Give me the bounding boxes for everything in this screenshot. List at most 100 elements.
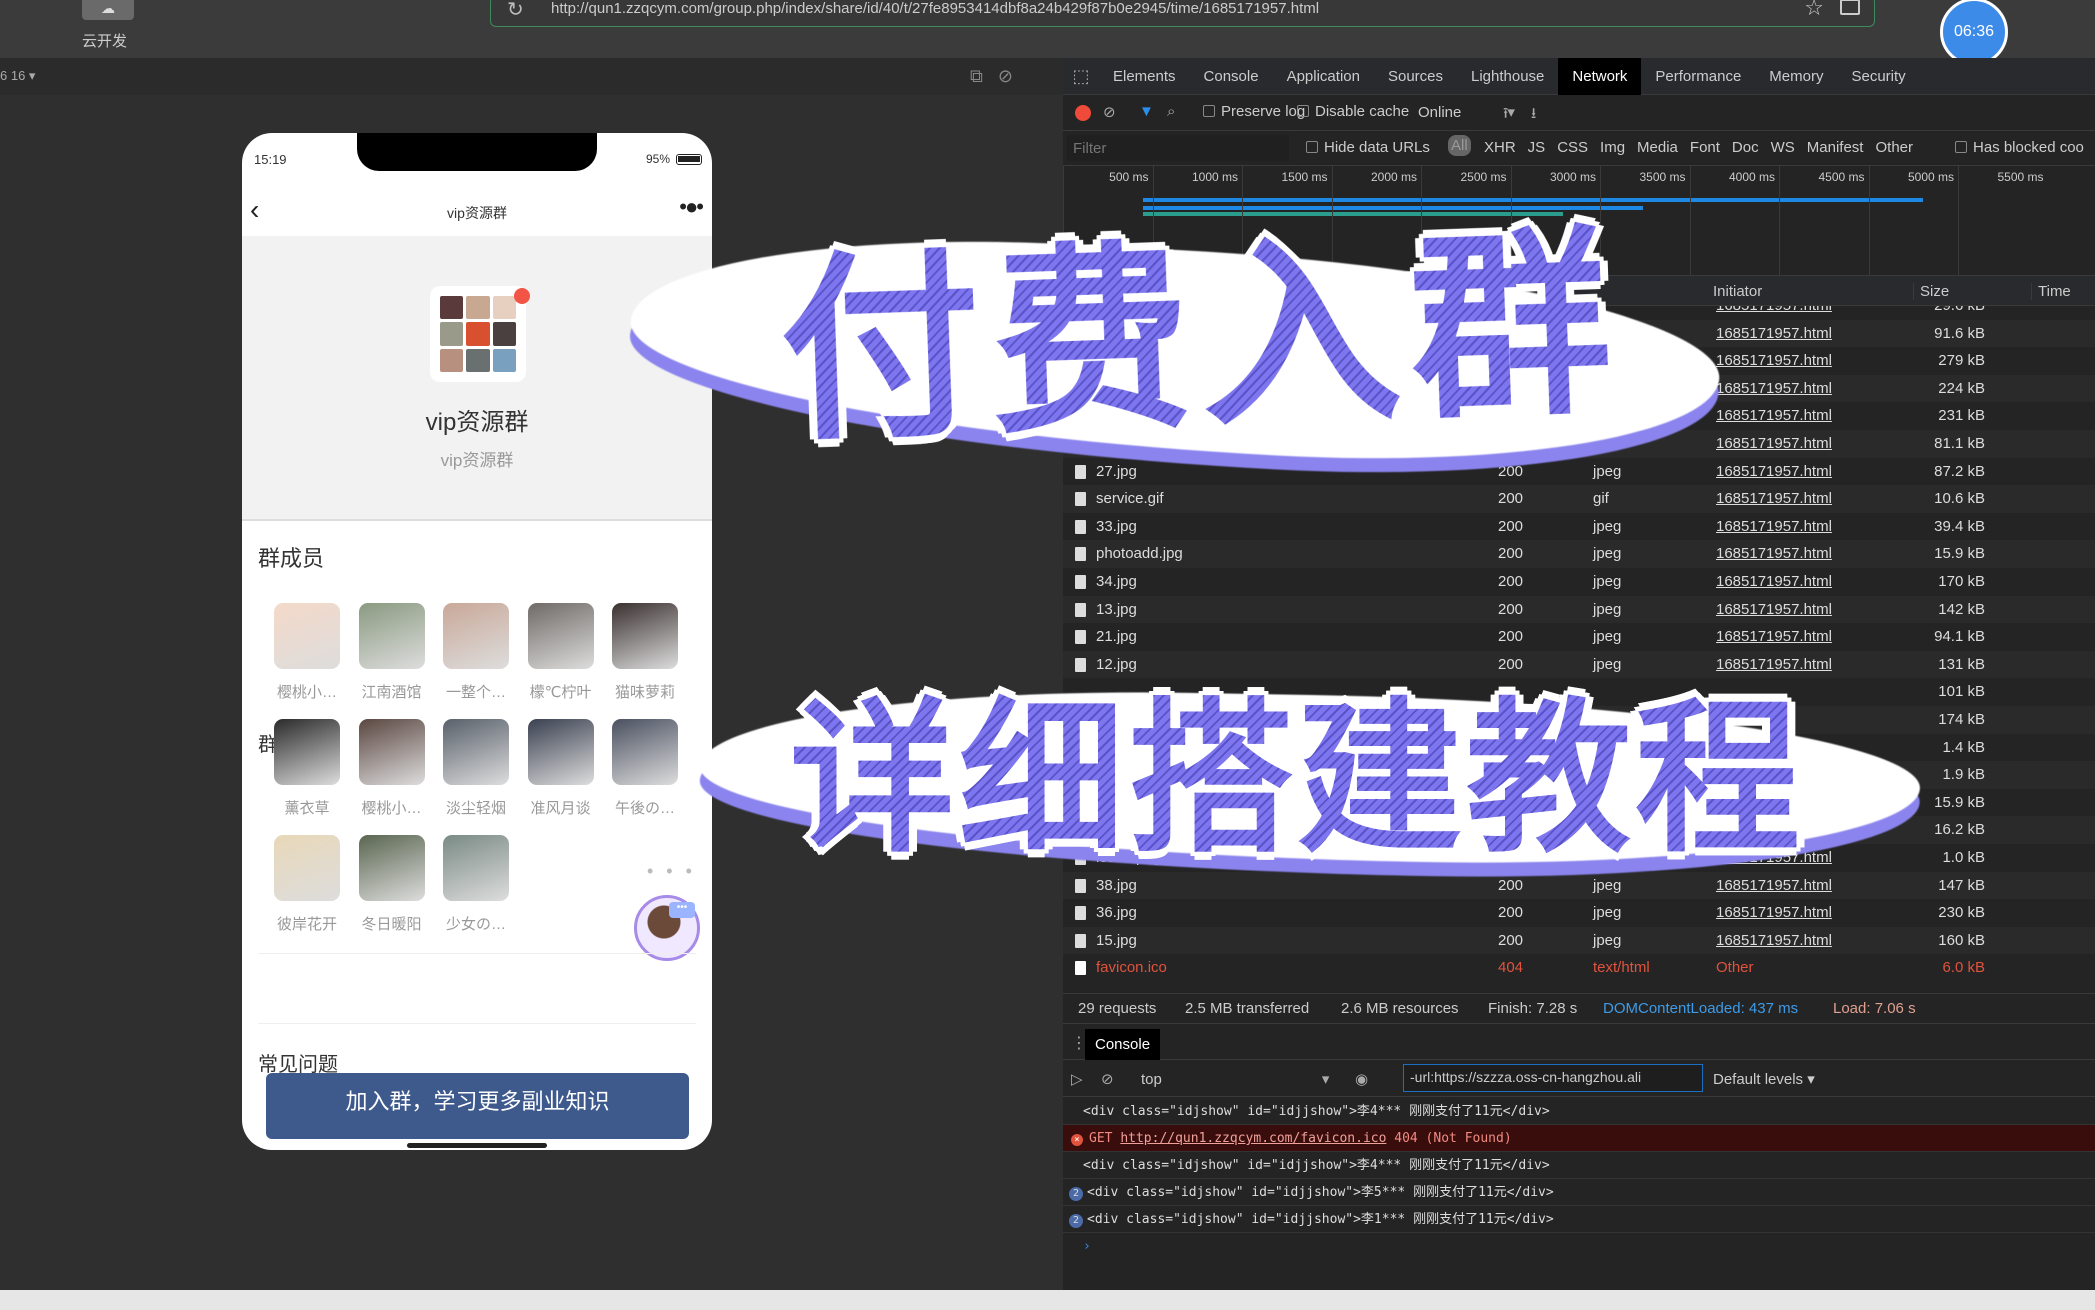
file-icon [1075, 602, 1086, 617]
tab-performance[interactable]: Performance [1641, 58, 1755, 95]
request-initiator[interactable]: 1685171957.html [1716, 573, 1832, 590]
member-item[interactable]: 江南酒馆 [352, 603, 432, 702]
request-initiator[interactable]: Other [1716, 959, 1754, 976]
has-blocked-cookies-checkbox[interactable]: Has blocked coo [1955, 139, 2084, 156]
preserve-log-checkbox[interactable]: Preserve log [1203, 103, 1305, 120]
table-row[interactable]: favicon.ico 404 text/html Other 6.0 kB [1063, 954, 2095, 982]
tab-memory[interactable]: Memory [1755, 58, 1837, 95]
rotate-icon[interactable]: ⧉ ⊘ [970, 66, 1013, 87]
member-item[interactable]: 准风月谈 [521, 719, 601, 818]
join-group-button[interactable]: 加入群，学习更多副业知识 [266, 1073, 689, 1139]
member-item[interactable]: 薰衣草 [267, 719, 347, 818]
table-row[interactable]: 36.jpg 200 jpeg 1685171957.html 230 kB [1063, 899, 2095, 927]
request-initiator[interactable]: 1685171957.html [1716, 306, 1832, 314]
tab-elements[interactable]: Elements [1099, 58, 1190, 95]
reload-icon[interactable]: ↻ [507, 0, 524, 22]
request-initiator[interactable]: 1685171957.html [1716, 380, 1832, 397]
tab-application[interactable]: Application [1273, 58, 1374, 95]
request-initiator[interactable]: 1685171957.html [1716, 435, 1832, 452]
tab-network[interactable]: Network [1558, 57, 1642, 95]
bookmark-star-icon[interactable]: ☆ [1804, 0, 1824, 21]
table-row[interactable]: 15.jpg 200 jpeg 1685171957.html 160 kB [1063, 926, 2095, 955]
col-size[interactable]: Size [1913, 283, 1949, 300]
request-initiator[interactable]: 1685171957.html [1716, 545, 1832, 562]
request-initiator[interactable]: 1685171957.html [1716, 463, 1832, 480]
filter-type-xhr[interactable]: XHR [1484, 139, 1516, 156]
filter-input[interactable] [1067, 135, 1289, 161]
tab-security[interactable]: Security [1837, 58, 1919, 95]
member-item[interactable]: 檬℃柠叶 [521, 603, 601, 702]
request-initiator[interactable]: 1685171957.html [1716, 352, 1832, 369]
filter-all[interactable]: All [1448, 135, 1471, 156]
member-item[interactable]: 少女の… [436, 835, 516, 934]
filter-type-img[interactable]: Img [1600, 139, 1625, 156]
member-avatar [358, 603, 425, 669]
table-row[interactable]: photoadd.jpg 200 jpeg 1685171957.html 15.9 k… [1063, 540, 2095, 568]
request-initiator[interactable]: 1685171957.html [1716, 490, 1832, 507]
request-initiator[interactable]: 1685171957.html [1716, 932, 1832, 949]
tab-lighthouse[interactable]: Lighthouse [1457, 58, 1558, 95]
error-url-link[interactable]: http://qun1.zzqcym.com/favicon.ico [1120, 1131, 1386, 1146]
member-item[interactable]: 淡尘轻烟 [436, 719, 516, 818]
throttle-select[interactable]: Online ▾ [1418, 103, 1515, 121]
url-text[interactable]: http://qun1.zzqcym.com/group.php/index/s… [551, 0, 1319, 17]
disable-cache-checkbox[interactable]: Disable cache [1297, 103, 1409, 120]
filter-type-css[interactable]: CSS [1557, 139, 1588, 156]
request-initiator[interactable]: 1685171957.html [1716, 628, 1832, 645]
console-filter-input[interactable]: -url:https://szzza.oss-cn-hangzhou.ali [1403, 1064, 1703, 1092]
table-row[interactable]: service.gif 200 gif 1685171957.html 10.6 kB [1063, 485, 2095, 513]
request-initiator[interactable]: 1685171957.html [1716, 325, 1832, 342]
filter-type-media[interactable]: Media [1637, 139, 1678, 156]
member-avatar [443, 835, 509, 901]
eye-icon[interactable]: ◉ [1355, 1070, 1368, 1088]
request-size: 16.2 kB [1934, 821, 1985, 839]
export-har-icon[interactable]: ⭳ [1531, 103, 1536, 128]
drawer-tab-console[interactable]: Console [1085, 1029, 1161, 1060]
tab-console[interactable]: Console [1190, 58, 1273, 95]
filter-type-js[interactable]: JS [1528, 139, 1546, 156]
member-item[interactable]: 樱桃小… [352, 719, 432, 818]
zoom-selector[interactable]: 6 16 ▾ [0, 68, 35, 84]
context-select[interactable]: top ▾ [1141, 1070, 1329, 1088]
import-har-icon[interactable]: ⭱ [1503, 103, 1508, 128]
filter-type-manifest[interactable]: Manifest [1807, 139, 1864, 156]
member-item[interactable]: 午後の… [605, 719, 685, 818]
address-bar[interactable]: ↻ http://qun1.zzqcym.com/group.php/index… [490, 0, 1875, 27]
filter-type-ws[interactable]: WS [1771, 139, 1795, 156]
member-item[interactable]: 猫味萝莉 [605, 603, 685, 702]
col-time[interactable]: Time [2031, 283, 2071, 300]
table-row[interactable]: 13.jpg 200 jpeg 1685171957.html 142 kB [1063, 595, 2095, 624]
search-icon[interactable]: ⌕ [1167, 103, 1175, 120]
filter-type-other[interactable]: Other [1875, 139, 1913, 156]
request-initiator[interactable]: 1685171957.html [1716, 904, 1832, 921]
log-levels-select[interactable]: Default levels ▾ [1713, 1070, 1815, 1088]
table-row[interactable]: 34.jpg 200 jpeg 1685171957.html 170 kB [1063, 568, 2095, 596]
sidebar-toggle-icon[interactable]: ▷ [1071, 1070, 1083, 1088]
member-item[interactable]: 彼岸花开 [267, 835, 347, 934]
member-item[interactable]: 樱桃小… [267, 603, 347, 702]
request-initiator[interactable]: 1685171957.html [1716, 518, 1832, 535]
member-item[interactable]: 一整个… [436, 603, 516, 702]
throttle-value: Online [1418, 104, 1462, 121]
more-members-dots[interactable]: • • • [647, 861, 696, 882]
table-row[interactable]: 33.jpg 200 jpeg 1685171957.html 39.4 kB [1063, 513, 2095, 541]
request-initiator[interactable]: 1685171957.html [1716, 601, 1832, 618]
cloud-dev-icon[interactable]: ☁ [82, 0, 134, 20]
filter-icon[interactable]: ▼ [1139, 103, 1154, 120]
inspect-element-icon[interactable]: ⬚ [1063, 66, 1099, 87]
clear-icon[interactable]: ⊘ [1103, 103, 1116, 121]
member-item[interactable]: 冬日暖阳 [352, 835, 432, 934]
more-dots-icon[interactable]: •●• [679, 194, 704, 220]
clear-console-icon[interactable]: ⊘ [1101, 1070, 1114, 1088]
request-initiator[interactable]: 1685171957.html [1716, 407, 1832, 424]
tab-sources[interactable]: Sources [1374, 58, 1457, 95]
folder-icon[interactable] [1840, 0, 1860, 15]
preserve-log-label: Preserve log [1221, 103, 1306, 120]
filter-type-doc[interactable]: Doc [1732, 139, 1759, 156]
filter-type-font[interactable]: Font [1690, 139, 1720, 156]
console-prompt[interactable]: › [1063, 1233, 2095, 1260]
customer-service-button[interactable]: ••• [634, 895, 700, 961]
hide-data-urls-checkbox[interactable]: Hide data URLs [1306, 139, 1430, 156]
col-initiator[interactable]: Initiator [1713, 283, 1762, 300]
record-icon[interactable] [1075, 105, 1091, 121]
